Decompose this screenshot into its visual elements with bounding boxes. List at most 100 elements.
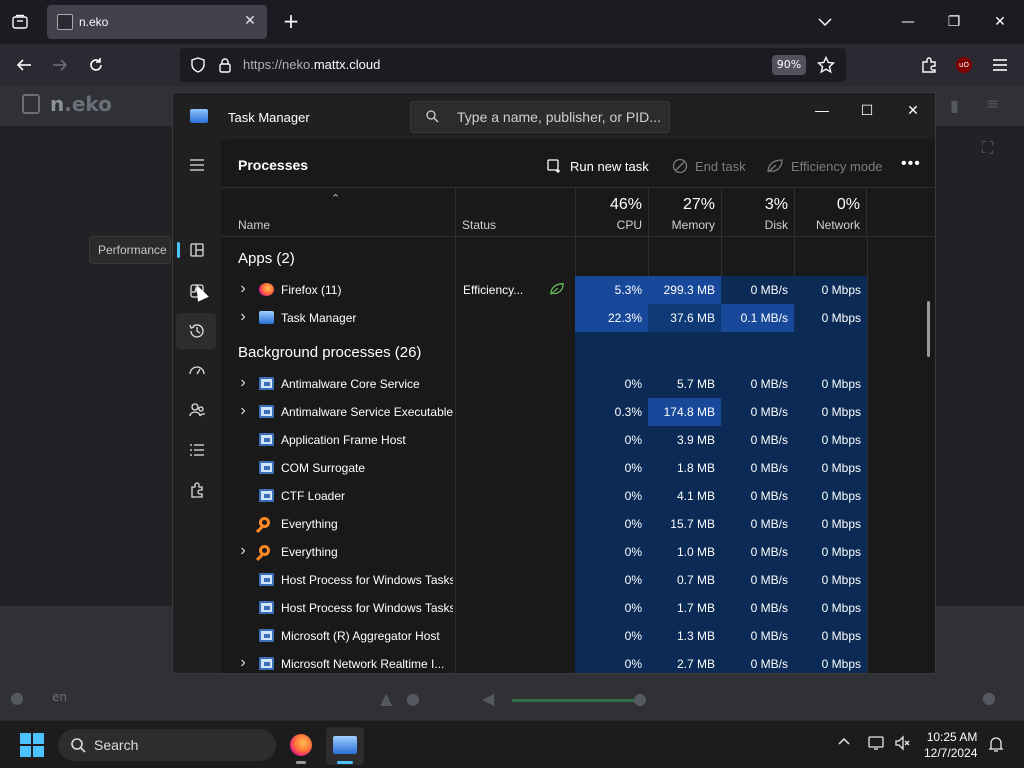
- hamburger-icon[interactable]: [185, 153, 209, 177]
- tm-minimize-icon[interactable]: —: [811, 99, 833, 121]
- more-options-icon[interactable]: •••: [901, 155, 921, 173]
- forward-arrow-icon[interactable]: [49, 54, 71, 76]
- notification-bell-icon[interactable]: [988, 735, 1004, 757]
- cell-cpu: 0%: [575, 594, 648, 622]
- neko-lock-icon[interactable]: ▮: [950, 96, 959, 115]
- table-row[interactable]: Host Process for Windows Tasks 0% 0.7 MB 0 …: [221, 566, 935, 594]
- cell-memory: 1.8 MB: [648, 454, 721, 482]
- column-status[interactable]: Status: [455, 188, 575, 238]
- efficiency-mode-label: Efficiency mode: [791, 158, 883, 174]
- table-row[interactable]: Microsoft (R) Aggregator Host 0% 1.3 MB 0 M…: [221, 622, 935, 650]
- end-task-button[interactable]: End task: [672, 158, 746, 174]
- details-list-icon[interactable]: [185, 438, 209, 462]
- expand-chevron-icon[interactable]: ›: [237, 543, 249, 559]
- cell-network: 0 Mbps: [794, 510, 867, 538]
- cell-disk: 0 MB/s: [721, 426, 794, 454]
- table-row[interactable]: Everything 0% 15.7 MB 0 MB/s 0 Mbps: [221, 510, 935, 538]
- network-icon[interactable]: [868, 735, 886, 755]
- efficiency-mode-button[interactable]: Efficiency mode: [766, 158, 883, 174]
- scrollbar-thumb[interactable]: [927, 301, 930, 357]
- neko-logo-icon: [22, 94, 40, 114]
- tm-close-icon[interactable]: ✕: [902, 99, 924, 121]
- volume-slider[interactable]: [512, 699, 640, 702]
- cell-cpu: 0%: [575, 622, 648, 650]
- close-window-icon[interactable]: ✕: [990, 12, 1010, 32]
- column-disk[interactable]: 3% Disk: [721, 188, 794, 238]
- volume-icon[interactable]: ◀: [482, 689, 494, 708]
- users-icon[interactable]: [185, 398, 209, 422]
- browser-tab[interactable]: n.eko ✕: [47, 5, 267, 39]
- pointer-icon[interactable]: ▲: [380, 689, 392, 708]
- taskbar-search-box[interactable]: Search: [58, 729, 276, 761]
- table-row[interactable]: › Everything 0% 1.0 MB 0 MB/s 0 Mbps: [221, 538, 935, 566]
- table-row[interactable]: › Firefox (11) Efficiency... 5.3% 299.3 MB 0 …: [221, 276, 935, 304]
- column-network[interactable]: 0% Network: [794, 188, 867, 238]
- expand-chevron-icon[interactable]: ›: [237, 309, 249, 325]
- tab-list-icon[interactable]: [8, 10, 32, 34]
- table-row[interactable]: Application Frame Host 0% 3.9 MB 0 MB/s 0 Mb…: [221, 426, 935, 454]
- new-tab-button[interactable]: +: [280, 11, 302, 33]
- table-row[interactable]: › Antimalware Core Service 0% 5.7 MB 0 MB/s 0…: [221, 370, 935, 398]
- cell-disk: 0 MB/s: [721, 482, 794, 510]
- startup-apps-icon[interactable]: [185, 359, 209, 383]
- run-new-task-button[interactable]: Run new task: [547, 158, 649, 174]
- column-name[interactable]: Name: [238, 218, 270, 232]
- zoom-level-badge[interactable]: 90%: [772, 55, 806, 75]
- table-row[interactable]: CTF Loader 0% 4.1 MB 0 MB/s 0 Mbps: [221, 482, 935, 510]
- column-cpu[interactable]: 46% CPU: [575, 188, 648, 238]
- cell-network: 0 Mbps: [794, 398, 867, 426]
- expand-chevron-icon[interactable]: ›: [237, 655, 249, 671]
- keyboard-language[interactable]: en: [52, 690, 67, 704]
- minimize-icon[interactable]: —: [898, 12, 918, 32]
- back-arrow-icon[interactable]: [13, 54, 35, 76]
- services-puzzle-icon[interactable]: [185, 478, 209, 502]
- extensions-puzzle-icon[interactable]: [918, 54, 940, 76]
- cell-memory: 5.7 MB: [648, 370, 721, 398]
- ublock-origin-icon[interactable]: uO: [953, 54, 975, 76]
- table-row[interactable]: › Microsoft Network Realtime I... 0% 2.7 MB…: [221, 650, 935, 673]
- group-background: Background processes (26): [238, 344, 422, 361]
- show-hidden-icons-chevron-icon[interactable]: [837, 735, 851, 753]
- help-icon[interactable]: ●: [10, 688, 24, 707]
- table-row[interactable]: › Antimalware Service Executable 0.3% 174.8…: [221, 398, 935, 426]
- app-history-icon[interactable]: [185, 319, 209, 343]
- expand-chevron-icon[interactable]: ›: [237, 281, 249, 297]
- tracking-shield-icon[interactable]: [187, 54, 209, 76]
- leaf-icon: [767, 159, 783, 173]
- play-icon[interactable]: ●: [406, 689, 420, 708]
- column-memory[interactable]: 27% Memory: [648, 188, 721, 238]
- volume-muted-icon[interactable]: [894, 735, 912, 755]
- performance-tooltip: Performance: [89, 236, 171, 264]
- taskbar-firefox-button[interactable]: [282, 727, 320, 765]
- chat-icon[interactable]: ●: [982, 688, 996, 707]
- browser-tab-bar: n.eko ✕ + — ❐ ✕: [0, 0, 1024, 44]
- system-clock[interactable]: 10:25 AM 12/7/2024: [924, 729, 977, 761]
- process-search-input[interactable]: Type a name, publisher, or PID...: [410, 101, 670, 133]
- windows-start-icon[interactable]: [20, 733, 44, 757]
- group-apps: Apps (2): [238, 250, 295, 267]
- expand-chevron-icon[interactable]: ›: [237, 403, 249, 419]
- neko-menu-icon[interactable]: ≡: [986, 94, 999, 113]
- cell-network: 0 Mbps: [794, 538, 867, 566]
- url-bar[interactable]: https://neko.mattx.cloud 90%: [180, 48, 846, 82]
- fullscreen-icon[interactable]: ⛶: [982, 138, 993, 158]
- table-row[interactable]: Host Process for Windows Tasks 0% 1.7 MB 0 …: [221, 594, 935, 622]
- close-tab-icon[interactable]: ✕: [241, 12, 259, 30]
- volume-slider-knob[interactable]: [634, 694, 646, 706]
- processes-icon[interactable]: [185, 238, 209, 262]
- tm-maximize-icon[interactable]: ☐: [856, 99, 878, 121]
- list-all-tabs-chevron-icon[interactable]: [815, 12, 835, 32]
- reload-icon[interactable]: [85, 54, 107, 76]
- cell-disk: 0.1 MB/s: [721, 304, 794, 332]
- taskbar-task-manager-button[interactable]: [326, 727, 364, 765]
- cell-memory: 3.9 MB: [648, 426, 721, 454]
- lock-icon[interactable]: [214, 54, 236, 76]
- table-row[interactable]: › Task Manager 22.3% 37.6 MB 0.1 MB/s 0 Mbps: [221, 304, 935, 332]
- restore-icon[interactable]: ❐: [944, 12, 964, 32]
- expand-chevron-icon[interactable]: ›: [237, 375, 249, 391]
- cell-memory: 299.3 MB: [648, 276, 721, 304]
- table-row[interactable]: COM Surrogate 0% 1.8 MB 0 MB/s 0 Mbps: [221, 454, 935, 482]
- clock-date: 12/7/2024: [924, 746, 978, 760]
- hamburger-menu-icon[interactable]: [989, 54, 1011, 76]
- bookmark-star-icon[interactable]: [815, 54, 837, 76]
